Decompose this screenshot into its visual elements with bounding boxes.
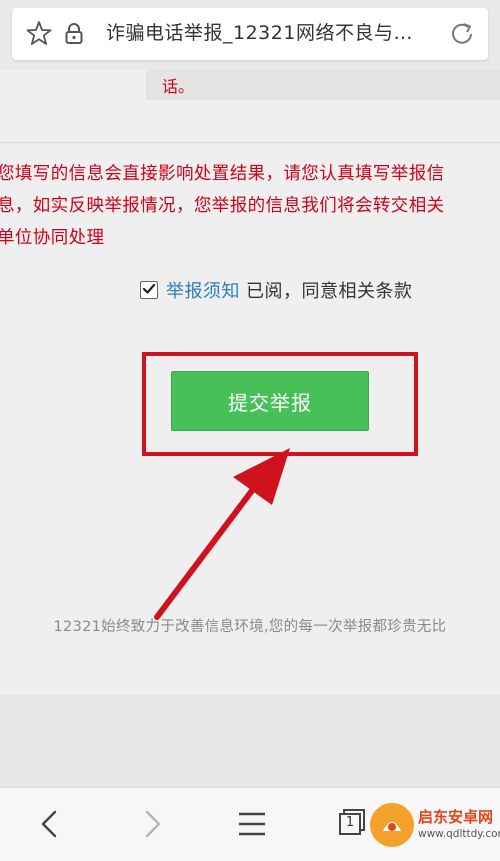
tabs-count: 1 bbox=[345, 815, 355, 830]
blank-band bbox=[0, 695, 500, 787]
divider bbox=[0, 142, 500, 143]
notice-text: 话。 bbox=[162, 77, 195, 96]
notice-fragment: 话。 bbox=[146, 70, 500, 100]
star-icon[interactable] bbox=[26, 19, 52, 47]
warning-line: 单位协同处理 bbox=[0, 228, 105, 248]
watermark: 启东安卓网 www.qdlttdy.com bbox=[370, 803, 500, 853]
warning-message: 您填写的信息会直接影响处置结果，请您认真填写举报信 息，如实反映举报情况，您举报… bbox=[0, 158, 497, 254]
agree-text: 已阅，同意相关条款 bbox=[246, 281, 413, 302]
menu-icon[interactable] bbox=[232, 804, 272, 844]
back-icon[interactable] bbox=[30, 804, 70, 844]
agree-checkbox[interactable] bbox=[140, 281, 158, 299]
footer-slogan: 12321始终致力于改善信息环境,您的每一次举报都珍贵无比 bbox=[53, 619, 447, 635]
watermark-logo bbox=[370, 803, 414, 847]
agreement-row: 举报须知 已阅，同意相关条款 bbox=[140, 275, 413, 305]
browser-toolbar: 诈骗电话举报_12321网络不良与… bbox=[0, 0, 500, 70]
page-title[interactable]: 诈骗电话举报_12321网络不良与… bbox=[106, 20, 436, 46]
report-terms-link[interactable]: 举报须知 bbox=[166, 277, 240, 303]
watermark-url: www.qdlttdy.com bbox=[418, 828, 500, 840]
lock-icon bbox=[64, 22, 84, 46]
submit-report-button[interactable]: 提交举报 bbox=[171, 371, 369, 431]
warning-line: 您填写的信息会直接影响处置结果，请您认真填写举报信 bbox=[0, 164, 445, 184]
tabs-icon[interactable]: 1 bbox=[334, 804, 374, 844]
warning-line: 息，如实反映举报情况，您举报的信息我们将会转交相关 bbox=[0, 196, 445, 216]
reload-icon[interactable] bbox=[448, 20, 476, 48]
watermark-title: 启东安卓网 bbox=[418, 808, 494, 826]
forward-icon[interactable] bbox=[132, 804, 172, 844]
address-bar[interactable]: 诈骗电话举报_12321网络不良与… bbox=[12, 8, 488, 60]
